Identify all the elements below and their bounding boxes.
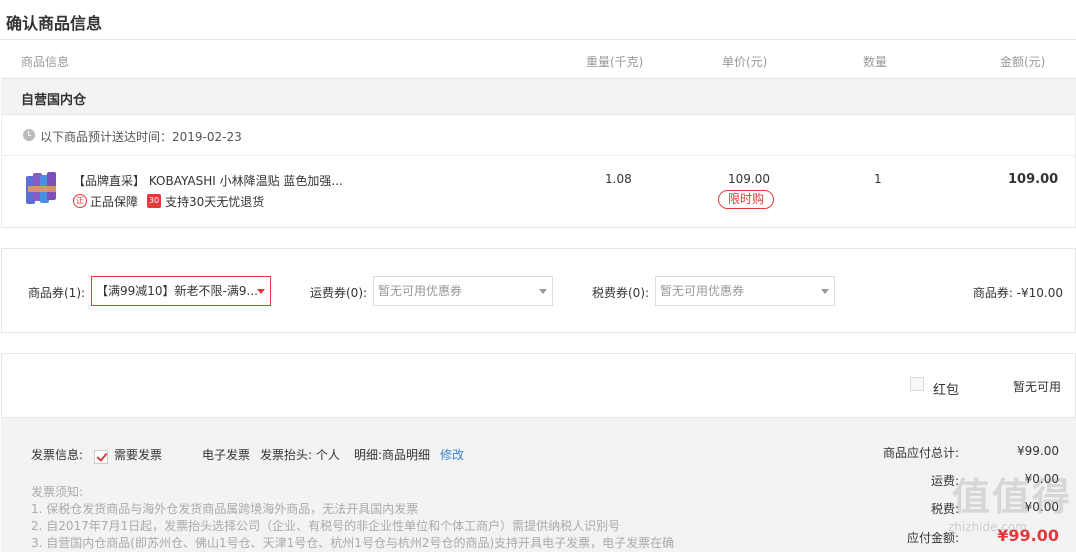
product-amount: 109.00 [1008,172,1059,187]
product-title-link[interactable]: 【品牌直采】 KOBAYASHI 小林降温贴 蓝色加强... [73,172,343,189]
chevron-down-icon [257,289,265,294]
return-30-icon: 30 [147,194,161,208]
redpack-status: 暂无可用 [1013,380,1062,394]
limited-time-badge: 限时购 [718,190,774,209]
delivery-row: 以下商品预计送达时间：2019-02-23 [1,115,1076,156]
chevron-down-icon [821,289,829,294]
genuine-badge: 正品保障 [90,195,139,209]
redpack-label: 红包 [933,383,960,398]
product-qty: 1 [874,172,882,186]
chevron-down-icon [539,289,547,294]
col-header-price: 单价(元) [722,55,768,69]
col-header-weight: 重量(千克) [586,55,644,69]
delivery-time-text: 以下商品预计送达时间：2019-02-23 [40,130,242,144]
invoice-label: 发票信息: [31,448,84,462]
invoice-notice: 发票须知: 1. 保税仓发货商品与海外仓发货商品属跨境海外商品，无法开具国内发票… [31,484,674,552]
goods-coupon-label: 商品券(1): [28,286,86,300]
clock-icon [23,129,35,141]
invoice-type: 电子发票 [202,448,251,462]
notice-line: 1. 保税仓发货商品与海外仓发货商品属跨境海外商品，无法开具国内发票 [31,502,419,516]
shipping-coupon-label: 运费券(0): [310,286,368,300]
notice-title: 发票须知: [31,485,84,499]
goods-coupon-value: 【满99减10】新老不限-满9... [96,284,258,298]
return-policy-badge: 支持30天无忧退货 [165,195,265,209]
product-row: 【品牌直采】 KOBAYASHI 小林降温贴 蓝色加强... 正 正品保障 30… [1,156,1076,228]
coupon-discount: 商品券: -¥10.00 [972,286,1063,300]
shipping-coupon-select[interactable]: 暂无可用优惠券 [373,276,553,306]
col-header-qty: 数量 [863,55,888,69]
page-title: 确认商品信息 [6,14,103,33]
genuine-icon: 正 [73,194,87,208]
summary-subtotal-row: 商品应付总计: ¥99.00 [883,444,1059,460]
tax-coupon-value: 暂无可用优惠券 [660,284,745,298]
column-header: 商品信息 重量(千克) 单价(元) 数量 金额(元) [0,40,1076,78]
watermark-logo: 值值得 [952,475,1073,519]
shipping-coupon-value: 暂无可用优惠券 [378,284,463,298]
invoice-edit-link[interactable]: 修改 [440,446,464,463]
watermark-url: zhizhide.com [948,520,1027,534]
tax-coupon-label: 税费券(0): [592,286,650,300]
warehouse-bar: 自营国内仓 [1,78,1076,115]
goods-coupon-select[interactable]: 【满99减10】新老不限-满9... [91,276,271,306]
notice-line: 3. 自营国内仓商品(即苏州仓、佛山1号仓、天津1号仓、杭州1号仓与杭州2号仓的… [31,536,675,550]
redpack-checkbox[interactable] [910,377,924,391]
col-header-amount: 金额(元) [1000,55,1046,69]
tax-coupon-select[interactable]: 暂无可用优惠券 [655,276,835,306]
notice-line: 2. 自2017年7月1日起，发票抬头选择公司（企业、有税号的非企业性单位和个体… [31,519,621,533]
subtotal-value: ¥99.00 [1017,444,1059,458]
invoice-detail: 明细:商品明细 [354,448,431,462]
subtotal-label: 商品应付总计: [882,446,959,460]
redpack-panel: 红包 暂无可用 [1,353,1076,417]
summary-panel: 发票信息: 需要发票 电子发票 发票抬头: 个人 明细:商品明细 修改 发票须知… [1,417,1076,552]
invoice-head: 发票抬头: 个人 [260,448,340,462]
product-price: 109.00 [728,172,770,186]
invoice-need-label: 需要发票 [114,448,163,462]
col-header-info: 商品信息 [21,55,70,69]
product-thumbnail[interactable] [26,170,60,206]
warehouse-name: 自营国内仓 [21,93,87,108]
invoice-checkbox[interactable] [94,450,108,464]
coupon-panel: 商品券(1): 【满99减10】新老不限-满9... 运费券(0): 暂无可用优… [1,248,1076,333]
product-weight: 1.08 [605,172,632,186]
